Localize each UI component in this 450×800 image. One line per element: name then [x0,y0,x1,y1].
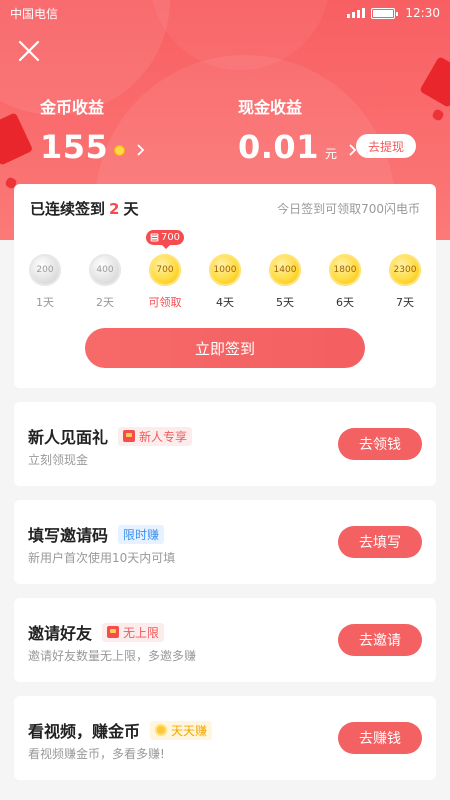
battery-icon [371,7,399,19]
signin-day-label: 5天 [276,296,294,309]
task-subtitle: 看视频赚金币，多看多赚! [28,747,165,761]
close-icon [18,40,40,62]
red-envelope-icon [431,108,445,122]
task-tag-label: 限时赚 [123,527,160,542]
task-tag-label: 新人专享 [139,429,188,444]
signin-day-label: 1天 [36,296,54,309]
streak-days: 2 [109,200,120,218]
task-action-button[interactable]: 去领钱 [338,428,422,460]
cash-unit: 元 [324,146,337,161]
coin-icon: 1800 [329,254,361,286]
chevron-right-icon [137,144,145,156]
coin-icon: 400 [89,254,121,286]
bubble-amount: 700 [160,232,181,243]
cash-earnings-label: 现金收益 [238,98,303,117]
cash-earnings[interactable]: 现金收益 0.01 元 [238,94,357,166]
coin-icon [114,144,126,156]
signin-day-label: 4天 [216,296,234,309]
signin-streak-title: 已连续签到 2 天 [30,198,138,219]
coin-icon: 700 [149,254,181,286]
coin-earnings-label: 金币收益 [40,98,105,117]
task-action-button[interactable]: 去邀请 [338,624,422,656]
signin-day-label: 2天 [96,296,114,309]
signin-day: 1800 6天 [325,254,365,310]
close-button[interactable] [16,38,42,64]
coin-earnings-value: 155 [40,128,109,166]
task-action-button[interactable]: 去赚钱 [338,722,422,754]
task-title: 填写邀请码 [28,526,109,545]
task-title: 邀请好友 [28,624,93,643]
withdraw-button[interactable]: 去提现 [356,134,416,158]
red-envelope-icon [107,626,120,638]
signin-day[interactable]: 700 可领取 [145,254,185,310]
task-card: 新人见面礼 新人专享立刻领现金 去领钱 [14,402,436,486]
cash-earnings-value: 0.01 [238,128,319,166]
streak-suffix: 天 [123,200,139,218]
task-tag: 新人专享 [118,426,193,446]
carrier-name: 中国电信 [10,6,59,21]
signin-day-label: 6天 [336,296,354,309]
task-subtitle: 新用户首次使用10天内可填 [28,551,176,565]
signin-days-row: 200 1天 400 2天 700 可领取 1000 4天 1400 5天 1800 6天 2300 7天 [14,254,436,314]
signin-day-label: 7天 [396,296,414,309]
task-card: 邀请好友 无上限邀请好友数量无上限，多邀多赚 去邀请 [14,598,436,682]
coin-icon: 200 [29,254,61,286]
coin-earnings[interactable]: 金币收益 155 [40,94,145,166]
clock: 12:30 [405,6,440,20]
task-action-button[interactable]: 去填写 [338,526,422,558]
task-tag: 无上限 [102,622,165,642]
task-subtitle: 邀请好友数量无上限，多邀多赚 [28,649,197,663]
task-tag: 限时赚 [118,524,165,544]
signin-day: 1000 4天 [205,254,245,310]
coin-stack-icon [150,233,159,242]
signin-day-label: 可领取 [148,296,182,309]
task-title-row: 填写邀请码 限时赚 [28,522,165,546]
task-title-row: 邀请好友 无上限 [28,620,165,644]
task-tag: 天天赚 [150,720,213,740]
task-subtitle: 立刻领现金 [28,453,89,467]
signin-day: 200 1天 [25,254,65,310]
red-envelope-icon [0,112,34,166]
signal-icon [347,8,366,18]
streak-prefix: 已连续签到 [30,200,106,218]
task-title-row: 新人见面礼 新人专享 [28,424,193,448]
coin-icon [155,724,168,736]
task-title-row: 看视频，赚金币 天天赚 [28,718,213,742]
task-title: 新人见面礼 [28,428,109,447]
coin-icon: 2300 [389,254,421,286]
signin-button[interactable]: 立即签到 [85,328,365,368]
task-title: 看视频，赚金币 [28,722,141,741]
red-envelope-icon [123,430,136,442]
today-reward-bubble: 700 [146,230,184,249]
task-card: 填写邀请码 限时赚新用户首次使用10天内可填 去填写 [14,500,436,584]
coin-icon: 1000 [209,254,241,286]
red-envelope-icon [419,56,450,108]
signin-day: 400 2天 [85,254,125,310]
status-bar: 中国电信 12:30 [0,0,450,26]
task-tag-label: 天天赚 [171,723,208,738]
signin-day: 1400 5天 [265,254,305,310]
coin-icon: 1400 [269,254,301,286]
signin-day: 2300 7天 [385,254,425,310]
task-tag-label: 无上限 [123,625,160,640]
signin-tip: 今日签到可领取700闪电币 [277,202,420,216]
task-card: 看视频，赚金币 天天赚 看视频赚金币，多看多赚! 去赚钱 [14,696,436,780]
